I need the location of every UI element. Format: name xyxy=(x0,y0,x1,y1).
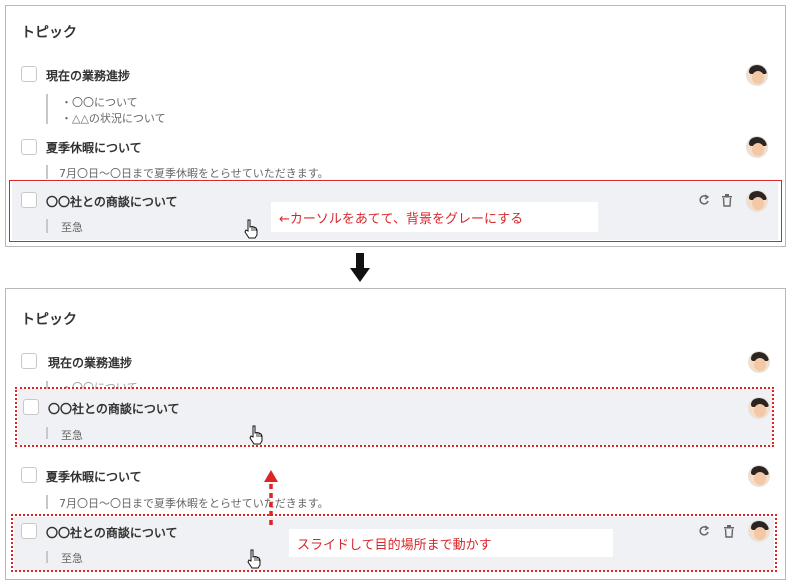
topic-checkbox[interactable] xyxy=(21,139,37,155)
reply-icon[interactable] xyxy=(696,524,710,538)
topic-checkbox[interactable] xyxy=(21,66,37,82)
slide-up-arrow-icon xyxy=(264,470,278,528)
topic-title[interactable]: 夏季休暇について xyxy=(46,139,142,156)
topic-title[interactable]: 〇〇社との商談について xyxy=(46,524,178,541)
trash-icon[interactable] xyxy=(722,524,736,538)
avatar-icon[interactable] xyxy=(748,465,770,487)
instruction-callout: ←カーソルをあてて、背景をグレーにする xyxy=(271,202,598,232)
down-arrow-icon xyxy=(350,253,370,282)
topic-note: 至急 xyxy=(61,552,83,565)
note-bar xyxy=(46,94,48,124)
reply-icon[interactable] xyxy=(696,193,710,207)
avatar-icon[interactable] xyxy=(748,397,770,419)
topic-checkbox[interactable] xyxy=(23,399,39,415)
topic-panel-before: トピック 現在の業務進捗 ・〇〇について ・△△の状況について 夏季休暇について… xyxy=(5,5,786,247)
topic-note: 至急 xyxy=(61,429,83,442)
note-bar xyxy=(46,219,48,233)
instruction-callout: スライドして目的場所まで動かす xyxy=(289,529,613,557)
hand-cursor-icon xyxy=(249,425,263,445)
topic-checkbox[interactable] xyxy=(21,467,37,483)
topic-title[interactable]: 〇〇社との商談について xyxy=(48,400,180,417)
topic-checkbox[interactable] xyxy=(21,523,37,539)
topic-title[interactable]: 〇〇社との商談について xyxy=(46,193,178,210)
topic-note: 7月〇日〜〇日まで夏季休暇をとらせていただきます。 xyxy=(59,167,329,180)
topic-checkbox[interactable] xyxy=(21,353,37,369)
topic-title[interactable]: 現在の業務進捗 xyxy=(46,67,130,84)
trash-icon[interactable] xyxy=(720,193,734,207)
topic-title[interactable]: 現在の業務進捗 xyxy=(48,354,132,371)
avatar-icon[interactable] xyxy=(746,190,768,212)
topic-note: ・△△の状況について xyxy=(61,112,166,125)
note-bar xyxy=(46,427,48,439)
drag-target-box xyxy=(15,387,774,447)
topic-note: ・〇〇について xyxy=(61,96,138,109)
avatar-icon[interactable] xyxy=(746,64,768,86)
page-title: トピック xyxy=(21,312,77,328)
note-bar xyxy=(46,165,48,179)
avatar-icon[interactable] xyxy=(748,520,770,542)
page-title: トピック xyxy=(21,25,77,41)
note-bar xyxy=(46,495,48,509)
topic-panel-after: トピック 現在の業務進捗 ・〇〇について 〇〇社との商談について 至急 夏季休暇… xyxy=(5,288,786,580)
hand-cursor-icon xyxy=(244,219,258,239)
topic-note: 至急 xyxy=(61,221,83,234)
note-bar xyxy=(46,551,48,563)
avatar-icon[interactable] xyxy=(748,351,770,373)
topic-checkbox[interactable] xyxy=(21,192,37,208)
hand-cursor-icon xyxy=(247,549,261,569)
topic-title[interactable]: 夏季休暇について xyxy=(46,468,142,485)
avatar-icon[interactable] xyxy=(746,136,768,158)
topic-note: 7月〇日〜〇日まで夏季休暇をとらせていただきます。 xyxy=(59,497,329,510)
